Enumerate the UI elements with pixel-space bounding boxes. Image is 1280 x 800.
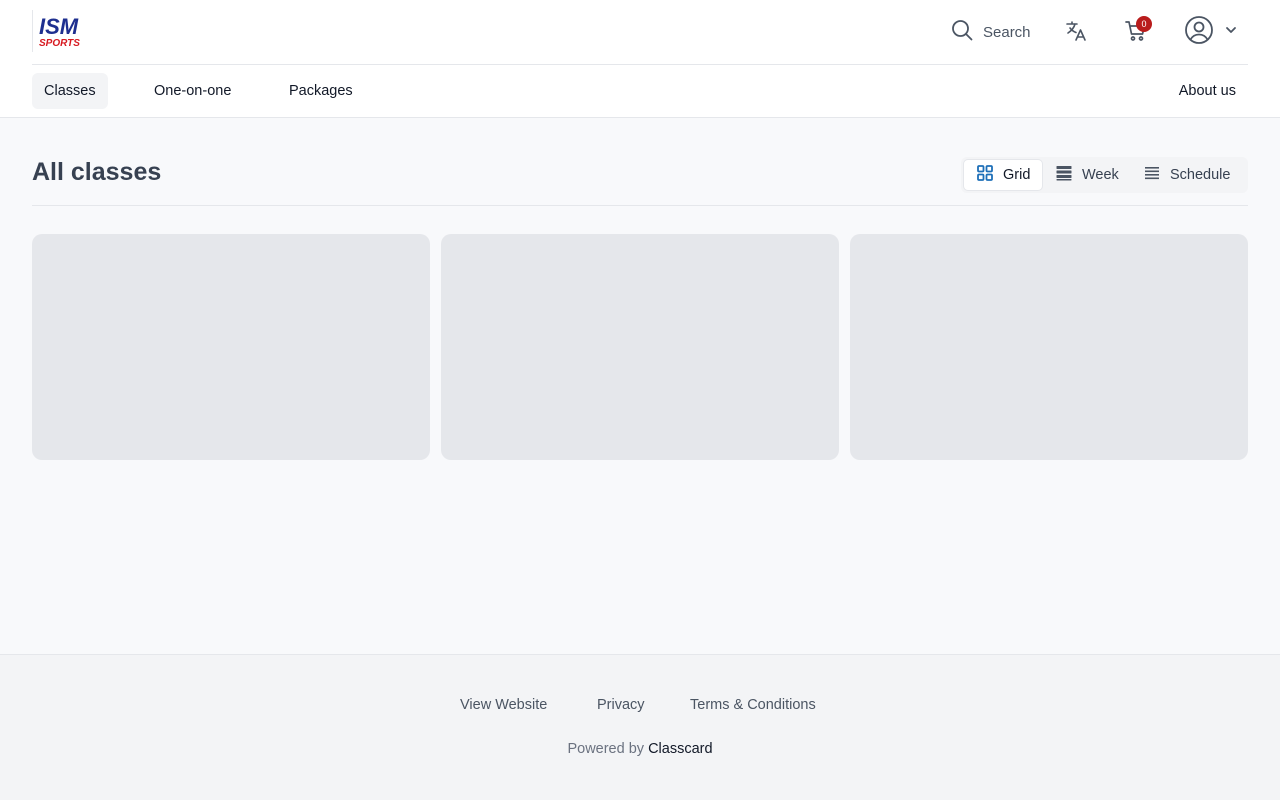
search-button[interactable]: Search [950,18,1031,46]
main-nav: Classes One-on-one Packages About us [32,73,1248,109]
footer-link-privacy[interactable]: Privacy [597,697,645,713]
class-card-placeholder [441,234,839,460]
grid-icon [976,164,994,186]
schedule-icon [1143,164,1161,186]
page-title: All classes [32,158,162,186]
search-label: Search [983,23,1031,41]
view-schedule-button[interactable]: Schedule [1131,159,1242,191]
account-menu[interactable] [1184,15,1238,50]
class-card-placeholder [32,234,430,460]
classcard-link[interactable]: Classcard [648,741,712,757]
view-week-button[interactable]: Week [1043,159,1131,191]
cart-count-badge: 0 [1136,16,1152,32]
class-card-placeholder [850,234,1248,460]
site-header: ISM SPORTS Search 0 Classes One-on-one P… [0,0,1280,118]
ism-sports-logo[interactable]: ISM SPORTS [32,10,96,52]
nav-item-one-on-one[interactable]: One-on-one [142,73,243,109]
search-icon [950,18,974,47]
view-toggle: Grid Week Schedule [961,157,1248,193]
site-footer: View Website Privacy Terms & Conditions … [0,654,1280,800]
footer-link-terms[interactable]: Terms & Conditions [690,697,816,713]
nav-item-about-us[interactable]: About us [1167,73,1248,109]
powered-by: Powered by Classcard [0,741,1280,757]
week-icon [1055,164,1073,186]
svg-text:SPORTS: SPORTS [39,38,80,48]
svg-text:ISM: ISM [39,14,79,39]
view-schedule-label: Schedule [1170,167,1231,183]
user-circle-icon [1184,15,1214,50]
nav-item-packages[interactable]: Packages [277,73,365,109]
nav-item-classes[interactable]: Classes [32,73,108,109]
view-grid-label: Grid [1003,167,1031,183]
top-bar: ISM SPORTS Search 0 [32,0,1248,65]
view-grid-button[interactable]: Grid [963,159,1044,191]
chevron-down-icon [1224,23,1238,42]
footer-link-view-website[interactable]: View Website [460,697,547,713]
title-divider [32,205,1248,206]
view-week-label: Week [1082,167,1119,183]
translate-icon[interactable] [1064,19,1088,43]
powered-by-prefix: Powered by [567,741,645,757]
